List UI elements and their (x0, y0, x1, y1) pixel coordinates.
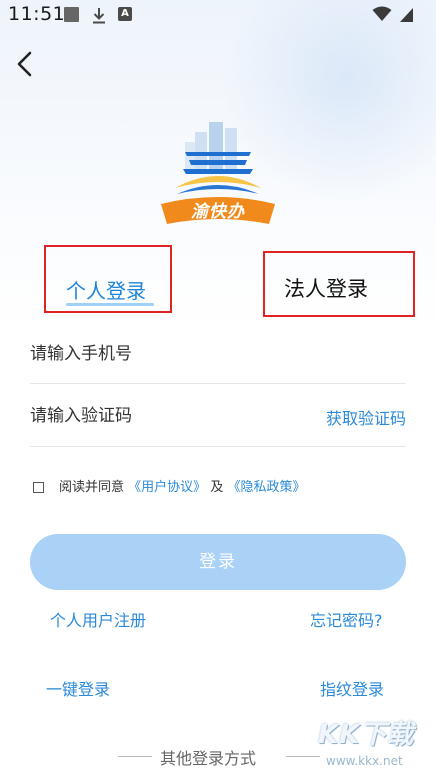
logo-text: 渝快办 (191, 202, 245, 222)
phone-field-row (30, 332, 406, 376)
divider (118, 756, 152, 757)
get-code-button[interactable]: 获取验证码 (326, 405, 406, 429)
agreement-text: 阅读并同意 《用户协议》 及 《隐私政策》 (59, 479, 305, 497)
tab-legal-label: 法人登录 (284, 277, 368, 301)
a-icon: A (118, 7, 132, 21)
phone-input[interactable] (30, 332, 406, 376)
divider (286, 756, 320, 757)
watermark-url: www.kkx.net (326, 754, 403, 768)
gallery-icon (64, 7, 79, 22)
tab-personal-login[interactable]: 个人登录 (44, 245, 172, 313)
code-field-row: 获取验证码 (30, 394, 406, 438)
one-key-login-link[interactable]: 一键登录 (46, 676, 110, 700)
status-bar: 11:51 A (0, 0, 436, 30)
verification-code-input[interactable] (30, 394, 280, 438)
status-time: 11:51 (8, 3, 66, 25)
battery-icon (400, 8, 413, 22)
login-button[interactable]: 登录 (30, 534, 406, 590)
fingerprint-login-link[interactable]: 指纹登录 (320, 676, 384, 700)
privacy-policy-link[interactable]: 《隐私政策》 (227, 480, 305, 495)
watermark-text: KK下载 (318, 720, 415, 750)
active-tab-underline (66, 303, 154, 306)
other-login-label: 其他登录方式 (160, 749, 257, 768)
tab-legal-login[interactable]: 法人登录 (263, 251, 415, 317)
download-icon (93, 8, 105, 24)
divider (30, 446, 406, 447)
back-button[interactable] (10, 48, 40, 80)
agreement-checkbox[interactable] (33, 482, 44, 493)
divider (30, 383, 406, 384)
chevron-left-icon (17, 51, 32, 77)
register-link[interactable]: 个人用户注册 (50, 607, 146, 631)
forgot-password-link[interactable]: 忘记密码? (310, 607, 383, 631)
agreement-prefix: 阅读并同意 (59, 480, 125, 495)
user-agreement-link[interactable]: 《用户协议》 (128, 480, 206, 495)
tab-personal-label: 个人登录 (66, 279, 146, 303)
watermark: KK下载 www.kkx.net (318, 714, 436, 776)
wifi-icon (372, 6, 392, 21)
agreement-and: 及 (210, 480, 224, 495)
